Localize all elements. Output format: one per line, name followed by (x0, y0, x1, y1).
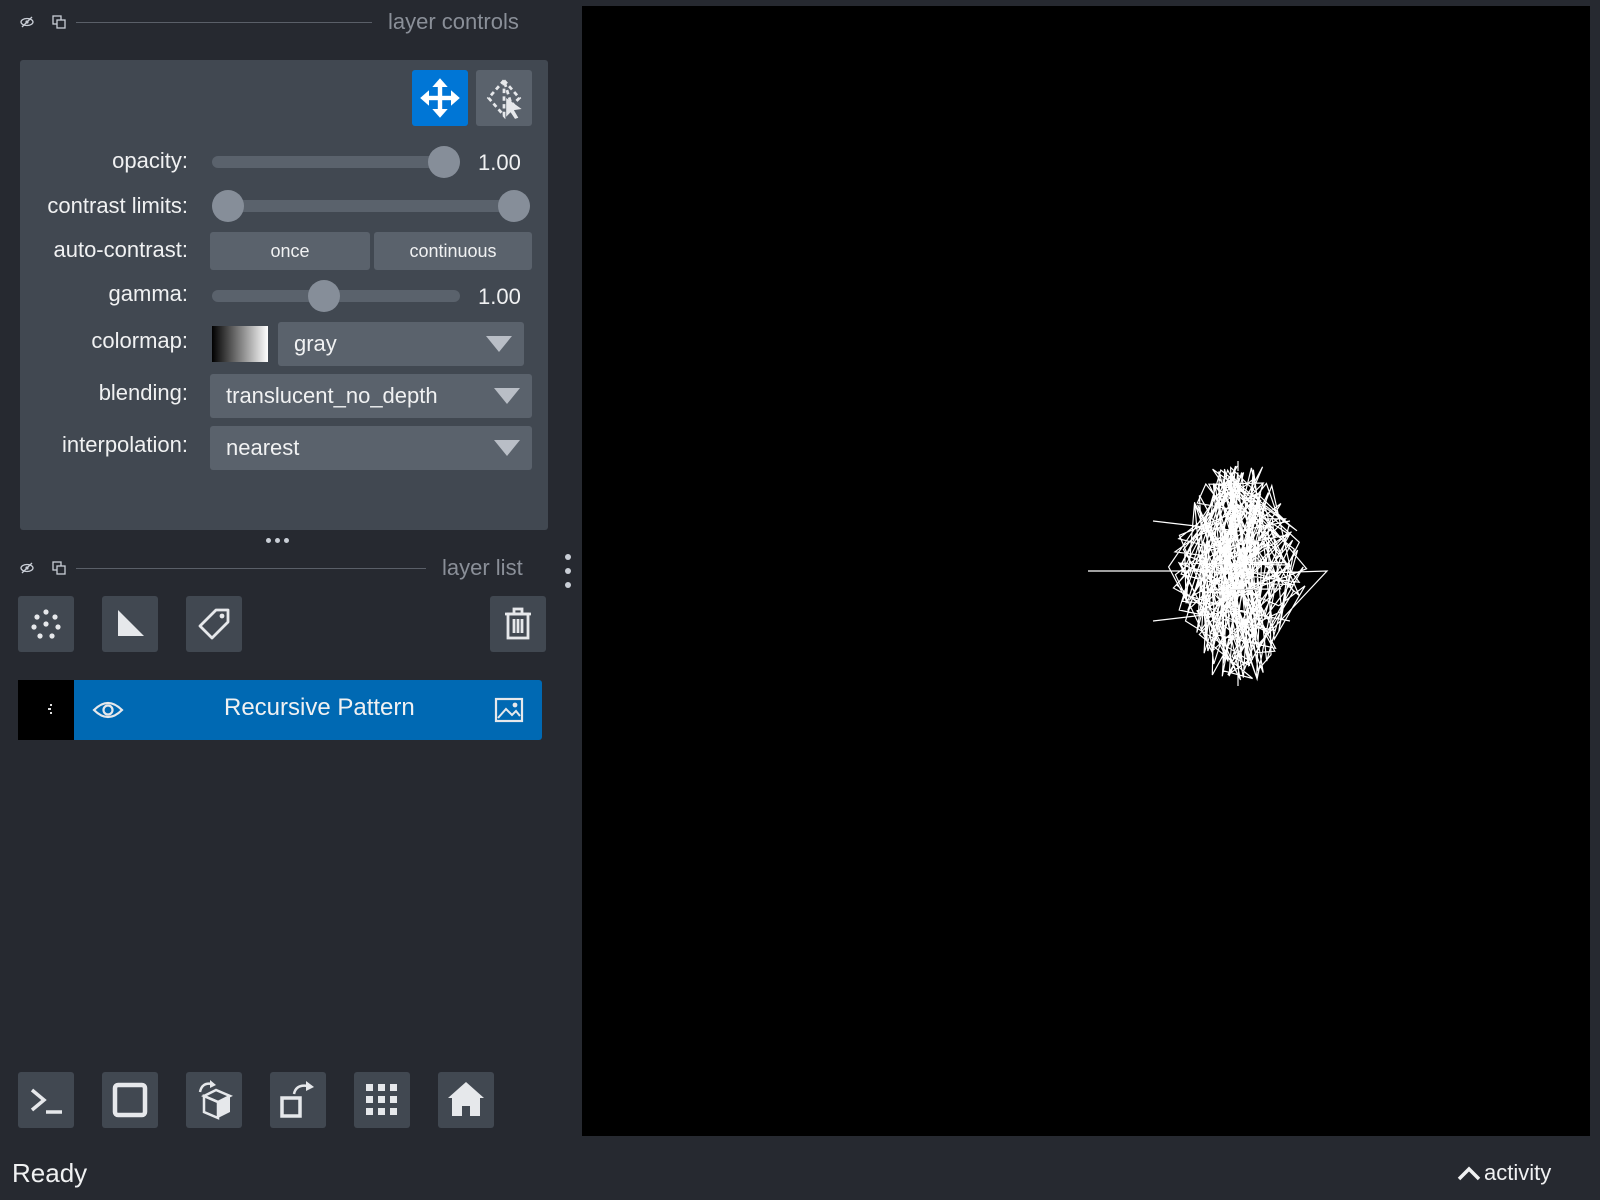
roll-icon (198, 1080, 233, 1120)
colormap-preview (212, 326, 268, 362)
auto-contrast-once-button[interactable]: once (210, 232, 370, 270)
visibility-icon[interactable] (20, 561, 34, 575)
blending-dropdown[interactable]: translucent_no_depth (210, 374, 532, 418)
grid-view-button[interactable] (354, 1072, 410, 1128)
layer-controls-title: layer controls (388, 9, 519, 34)
reset-view-button[interactable] (438, 1072, 494, 1128)
chevron-down-icon (494, 440, 520, 456)
image-render (1088, 461, 1329, 686)
contrast-limits-label: contrast limits: (47, 193, 188, 218)
float-icon[interactable] (52, 561, 66, 575)
new-labels-layer-button[interactable] (186, 596, 242, 652)
new-points-layer-button[interactable] (18, 596, 74, 652)
visibility-icon[interactable] (20, 15, 34, 29)
blending-label: blending: (98, 380, 188, 405)
transpose-icon (280, 1081, 314, 1118)
layer-controls-header: layer controls (20, 9, 540, 34)
layer-item-body[interactable]: Recursive Pattern (74, 680, 542, 740)
auto-contrast-label: auto-contrast: (53, 237, 188, 262)
new-shapes-layer-button[interactable] (102, 596, 158, 652)
image-icon (494, 696, 524, 729)
select-icon (486, 76, 522, 120)
colormap-label: colormap: (91, 328, 188, 353)
move-mode-button[interactable] (412, 70, 468, 126)
delete-layer-button[interactable] (490, 596, 546, 652)
colormap-dropdown[interactable]: gray (278, 322, 524, 366)
layer-name: Recursive Pattern (224, 694, 415, 721)
select-mode-button[interactable] (476, 70, 532, 126)
activity-button[interactable]: activity (1456, 1160, 1551, 1186)
contrast-limits-high-handle[interactable] (498, 190, 530, 222)
blending-value: translucent_no_depth (226, 383, 438, 408)
opacity-value: 1.00 (478, 150, 521, 175)
contrast-limits-slider[interactable] (212, 200, 530, 212)
eye-icon[interactable] (92, 696, 124, 729)
contrast-limits-low-handle[interactable] (212, 190, 244, 222)
shapes-icon (118, 610, 144, 636)
pattern-stroke (1088, 465, 1329, 682)
points-icon (31, 609, 61, 639)
gamma-value: 1.00 (478, 284, 521, 309)
panel-splitter-handle[interactable] (266, 538, 300, 543)
header-divider (76, 567, 426, 569)
colormap-value: gray (294, 331, 337, 356)
opacity-label: opacity: (112, 148, 188, 173)
interpolation-value: nearest (226, 435, 300, 460)
chevron-down-icon (494, 388, 520, 404)
console-icon (30, 1088, 62, 1114)
transpose-dims-button[interactable] (270, 1072, 326, 1128)
labels-icon (198, 608, 230, 640)
header-divider (76, 21, 372, 23)
more-options-icon[interactable] (564, 554, 572, 588)
auto-contrast-continuous-button[interactable]: continuous (374, 232, 532, 270)
roll-dims-button[interactable] (186, 1072, 242, 1128)
interpolation-dropdown[interactable]: nearest (210, 426, 532, 470)
status-text: Ready (12, 1158, 88, 1188)
chevron-down-icon (486, 336, 512, 352)
opacity-slider[interactable] (212, 156, 460, 168)
viewer-canvas[interactable] (582, 6, 1590, 1136)
ndisplay-button[interactable] (102, 1072, 158, 1128)
layer-list-header: layer list (20, 555, 540, 580)
layer-controls-panel: opacity: 1.00 contrast limits: auto-cont… (20, 60, 548, 530)
gamma-label: gamma: (108, 281, 188, 306)
home-icon (448, 1082, 484, 1116)
layer-item[interactable]: Recursive Pattern (18, 680, 542, 740)
move-icon (420, 78, 460, 118)
gamma-slider-handle[interactable] (308, 280, 340, 312)
chevron-up-icon (1457, 1166, 1481, 1181)
grid-icon (366, 1084, 397, 1115)
float-icon[interactable] (52, 15, 66, 29)
trash-icon (505, 607, 531, 640)
layer-thumbnail (18, 680, 74, 740)
layer-list-title: layer list (442, 555, 523, 580)
opacity-slider-handle[interactable] (428, 146, 460, 178)
console-button[interactable] (18, 1072, 74, 1128)
ndisplay-icon (112, 1082, 148, 1118)
activity-label: activity (1484, 1160, 1552, 1185)
interpolation-label: interpolation: (62, 432, 188, 457)
